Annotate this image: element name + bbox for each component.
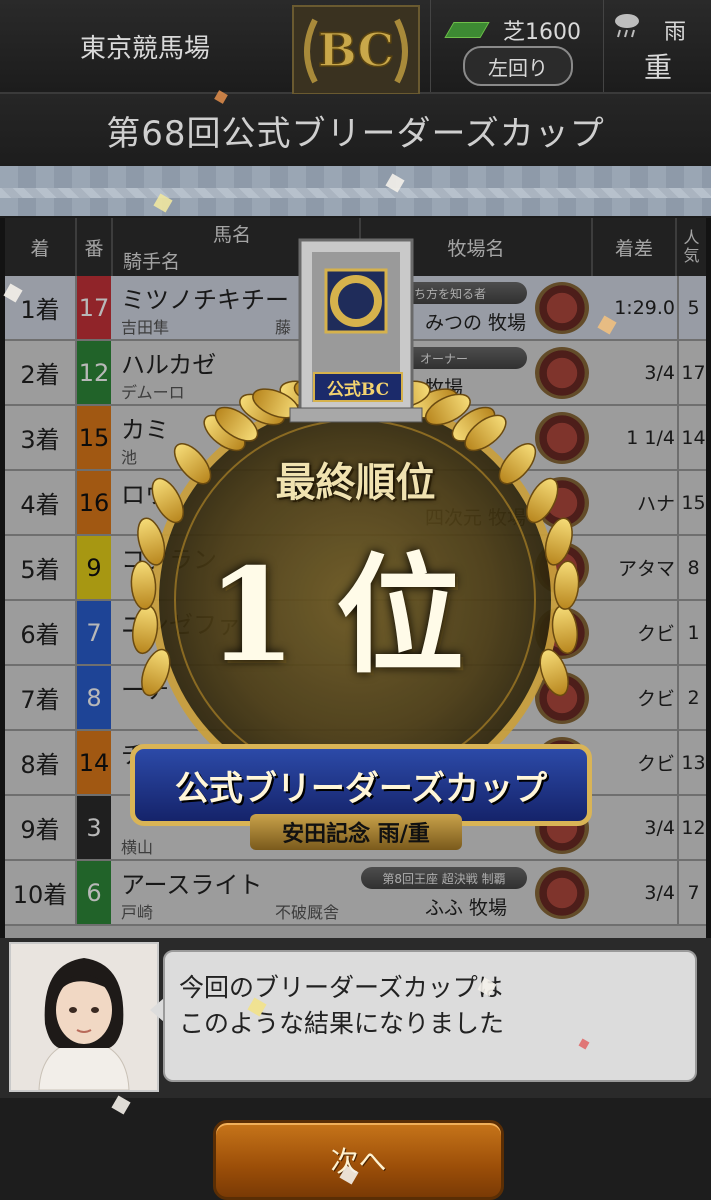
surface-distance: 芝1600 (503, 20, 581, 45)
secretary-avatar (9, 942, 159, 1092)
race-sub-banner: 安田記念 雨/重 (250, 814, 462, 850)
final-rank-caption: 最終順位 (275, 459, 436, 506)
dialog-panel: 今回のブリーダーズカップは このような結果になりました (0, 938, 711, 1098)
race-title: 第68回公式ブリーダーズカップ (0, 94, 711, 166)
decorative-band (0, 166, 711, 216)
turf-icon (444, 22, 490, 38)
bubble-tail (150, 998, 164, 1022)
official-bc-plate: 公式BC (313, 372, 403, 402)
track-condition: 重 (644, 51, 673, 84)
dialog-message: 今回のブリーダーズカップは このような結果になりました (179, 970, 504, 1042)
dialog-line-2: このような結果になりました (179, 1009, 505, 1038)
header-bar: 東京競馬場 BC 芝1600 左回り 雨 重 (0, 0, 711, 95)
speech-bubble: 今回のブリーダーズカップは このような結果になりました (163, 950, 697, 1082)
next-button[interactable]: 次へ (213, 1120, 504, 1200)
rain-cloud-icon (615, 14, 639, 38)
woman-portrait-icon (11, 944, 157, 1090)
footer-bar: 次へ (0, 1098, 711, 1200)
venue-name: 東京競馬場 (79, 33, 210, 64)
dialog-line-1: 今回のブリーダーズカップは (179, 973, 503, 1002)
final-rank: 1位 (206, 541, 505, 691)
weather-label: 雨 (664, 20, 687, 45)
direction-badge: 左回り (463, 46, 573, 86)
logo-text: BC (318, 23, 394, 77)
weather-info: 雨 重 (602, 0, 711, 92)
bc-laurel-logo-icon: BC (292, 5, 420, 95)
course-info: 芝1600 左回り (430, 0, 604, 92)
